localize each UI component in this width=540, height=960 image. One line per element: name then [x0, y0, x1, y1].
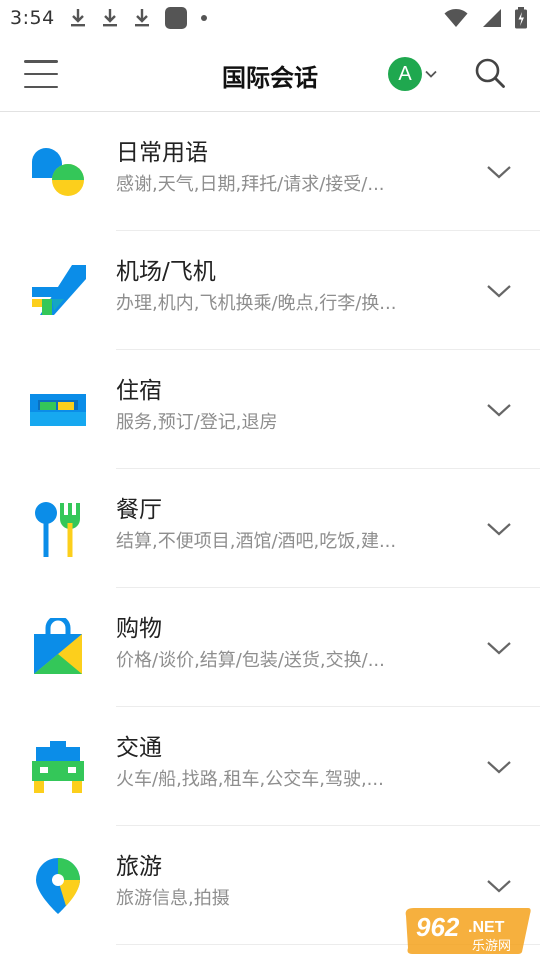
signal-icon	[483, 9, 501, 27]
chat-bubbles-icon	[32, 147, 84, 196]
list-item-daily-phrases[interactable]: 日常用语 感谢,天气,日期,拜托/请求/接受/...	[0, 112, 540, 231]
menu-button[interactable]	[24, 60, 58, 88]
item-title: 餐厅	[116, 497, 162, 523]
chevron-down-icon[interactable]	[484, 281, 514, 301]
item-subtitle: 服务,预订/登记,退房	[116, 412, 278, 433]
utensils-icon	[35, 501, 80, 557]
list-item-accommodation[interactable]: 住宿 服务,预订/登记,退房	[0, 350, 540, 469]
bed-icon	[30, 393, 86, 426]
dot-icon	[200, 15, 207, 21]
item-subtitle: 旅游信息,拍摄	[116, 888, 230, 909]
chevron-down-icon[interactable]	[484, 519, 514, 539]
category-list: 日常用语 感谢,天气,日期,拜托/请求/接受/... 机场/飞机 办理,机内,飞…	[0, 112, 540, 945]
download-icon	[70, 9, 85, 27]
watermark-caption: 乐游网	[472, 939, 511, 954]
item-title: 交通	[116, 735, 162, 761]
list-item-shopping[interactable]: 购物 价格/谈价,结算/包装/送货,交换/...	[0, 588, 540, 707]
list-item-airport[interactable]: 机场/飞机 办理,机内,飞机换乘/晚点,行李/换...	[0, 231, 540, 350]
watermark-number: 962	[416, 912, 460, 942]
chevron-down-icon[interactable]	[484, 638, 514, 658]
item-subtitle: 感谢,天气,日期,拜托/请求/接受/...	[116, 174, 385, 195]
status-left: 3:54	[10, 7, 207, 29]
status-bar: 3:54	[0, 0, 540, 36]
vehicle-icon	[32, 740, 84, 793]
item-title: 购物	[116, 616, 162, 642]
menu-line	[24, 72, 58, 76]
wifi-icon	[444, 9, 468, 27]
menu-line	[24, 85, 58, 88]
map-pin-icon	[36, 857, 80, 914]
airplane-icon	[32, 264, 86, 315]
app-bar: 国际会话 A	[0, 36, 540, 112]
download-icon	[102, 9, 117, 27]
app-square-icon	[164, 7, 187, 29]
item-text: 机场/飞机 办理,机内,飞机换乘/晚点,行李/换...	[116, 257, 446, 317]
item-text: 购物 价格/谈价,结算/包装/送货,交换/...	[116, 614, 446, 674]
download-icon	[134, 9, 149, 27]
item-text: 餐厅 结算,不便项目,酒馆/酒吧,吃饭,建...	[116, 495, 446, 555]
status-time: 3:54	[10, 7, 55, 29]
item-title: 机场/飞机	[116, 259, 216, 285]
list-item-transport[interactable]: 交通 火车/船,找路,租车,公交车,驾驶,...	[0, 707, 540, 826]
avatar: A	[388, 57, 422, 91]
watermark-logo: 962 .NET 乐游网	[405, 908, 531, 954]
watermark-suffix: .NET	[468, 919, 505, 936]
chevron-down-icon[interactable]	[484, 757, 514, 777]
chevron-down-icon[interactable]	[484, 876, 514, 896]
item-subtitle: 办理,机内,飞机换乘/晚点,行李/换...	[116, 293, 397, 314]
account-switcher[interactable]: A	[388, 57, 438, 91]
chevron-down-icon[interactable]	[484, 400, 514, 420]
item-text: 交通 火车/船,找路,租车,公交车,驾驶,...	[116, 733, 446, 793]
shopping-bag-icon	[34, 617, 82, 674]
item-subtitle: 结算,不便项目,酒馆/酒吧,吃饭,建...	[116, 531, 397, 552]
item-text: 旅游 旅游信息,拍摄	[116, 852, 446, 912]
item-subtitle: 价格/谈价,结算/包装/送货,交换/...	[116, 650, 385, 671]
chevron-down-icon	[425, 70, 437, 78]
item-title: 住宿	[116, 378, 162, 404]
menu-line	[24, 60, 58, 63]
status-right	[444, 7, 528, 29]
item-title: 旅游	[116, 854, 162, 880]
search-icon[interactable]	[474, 57, 506, 89]
chevron-down-icon[interactable]	[484, 162, 514, 182]
item-text: 住宿 服务,预订/登记,退房	[116, 376, 446, 436]
list-item-restaurant[interactable]: 餐厅 结算,不便项目,酒馆/酒吧,吃饭,建...	[0, 469, 540, 588]
item-text: 日常用语 感谢,天气,日期,拜托/请求/接受/...	[116, 138, 446, 198]
item-subtitle: 火车/船,找路,租车,公交车,驾驶,...	[116, 769, 384, 790]
item-title: 日常用语	[116, 140, 208, 166]
battery-icon	[515, 7, 527, 29]
page-title: 国际会话	[222, 64, 318, 92]
